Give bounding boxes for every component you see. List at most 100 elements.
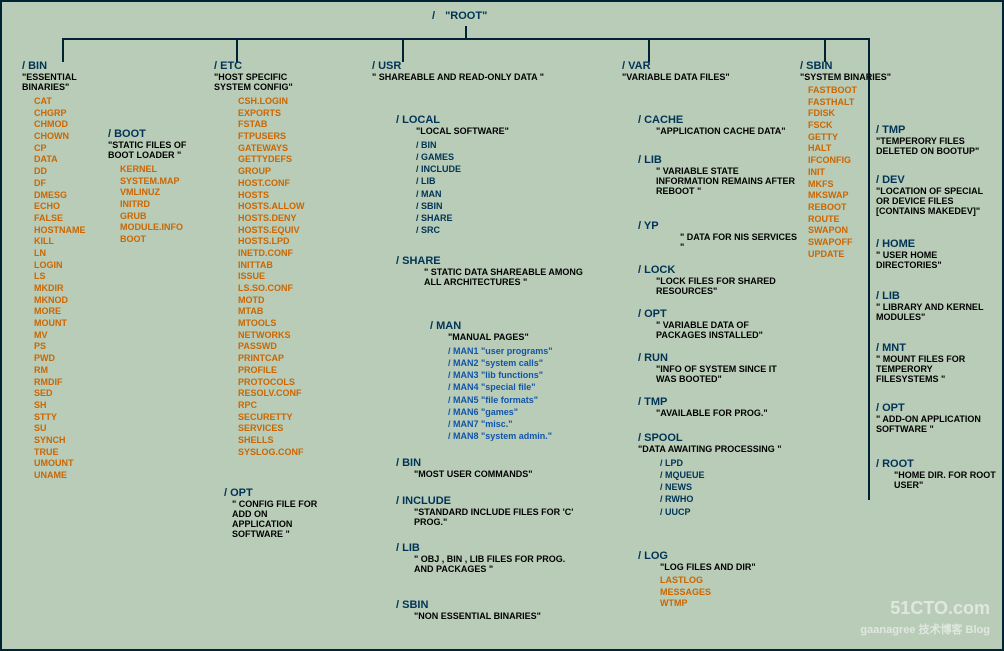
list-item: MODULE.INFO (120, 222, 198, 234)
var-spool-node: / SPOOL "DATA AWAITING PROCESSING " / LP… (638, 432, 798, 518)
list-item: / UUCP (660, 506, 798, 518)
sbin-title: / SBIN (800, 60, 900, 72)
right-home-desc: " USER HOME DIRECTORIES" (876, 250, 996, 270)
list-item: LS (34, 271, 102, 283)
var-lib-node: / LIB " VARIABLE STATE INFORMATION REMAI… (638, 154, 798, 196)
list-item: KERNEL (120, 164, 198, 176)
list-item: CAT (34, 96, 102, 108)
list-item: / GAMES (416, 151, 566, 163)
list-item: MKNOD (34, 295, 102, 307)
etc-desc: "HOST SPECIFIC SYSTEM CONFIG" (214, 72, 324, 92)
list-item: SWAPON (808, 225, 900, 237)
list-item: / MAN8 "system admin." (448, 430, 610, 442)
list-item: PRINTCAP (238, 353, 324, 365)
list-item: INETD.CONF (238, 248, 324, 260)
list-item: LN (34, 248, 102, 260)
list-item: / LIB (416, 175, 566, 187)
var-tmp-title: / TMP (638, 396, 798, 408)
list-item: CHGRP (34, 108, 102, 120)
list-item: FTPUSERS (238, 131, 324, 143)
list-item: DMESG (34, 190, 102, 202)
list-item: / LPD (660, 457, 798, 469)
var-lib-desc: " VARIABLE STATE INFORMATION REMAINS AFT… (656, 166, 798, 196)
sbin-desc: "SYSTEM BINARIES" (800, 72, 900, 82)
right-home-node: / HOME " USER HOME DIRECTORIES" (876, 238, 996, 270)
right-opt-desc: " ADD-ON APPLICATION SOFTWARE " (876, 414, 996, 434)
usr-sbin-title: / SBIN (396, 599, 576, 611)
list-item: RESOLV.CONF (238, 388, 324, 400)
list-item: LASTLOG (660, 575, 798, 587)
right-lib-title: / LIB (876, 290, 996, 302)
right-mnt-node: / MNT " MOUNT FILES FOR TEMPERORY FILESY… (876, 342, 996, 384)
list-item: SED (34, 388, 102, 400)
list-item: / MAN6 "games" (448, 406, 610, 418)
opt-top-node: / OPT " CONFIG FILE FOR ADD ON APPLICATI… (224, 487, 324, 539)
list-item: HOSTS.EQUIV (238, 225, 324, 237)
var-log-title: / LOG (638, 550, 798, 562)
var-run-desc: "INFO OF SYSTEM SINCE IT WAS BOOTED" (656, 364, 798, 384)
list-item: / SBIN (416, 200, 566, 212)
usr-local-desc: "LOCAL SOFTWARE" (416, 126, 566, 136)
list-item: MOTD (238, 295, 324, 307)
list-item: / MAN7 "misc." (448, 418, 610, 430)
right-root-desc: "HOME DIR. FOR ROOT USER" (894, 470, 996, 490)
list-item: CHOWN (34, 131, 102, 143)
list-item: MESSAGES (660, 587, 798, 599)
right-tmp-desc: "TEMPERORY FILES DELETED ON BOOTUP" (876, 136, 996, 156)
list-item: UMOUNT (34, 458, 102, 470)
list-item: MTAB (238, 306, 324, 318)
usr-include-desc: "STANDARD INCLUDE FILES FOR 'C' PROG." (414, 507, 576, 527)
list-item: DD (34, 166, 102, 178)
bin-desc: "ESSENTIAL BINARIES" (22, 72, 102, 92)
root-path: / (432, 10, 435, 22)
right-opt-node: / OPT " ADD-ON APPLICATION SOFTWARE " (876, 402, 996, 434)
list-item: MTOOLS (238, 318, 324, 330)
list-item: MOUNT (34, 318, 102, 330)
list-item: MKDIR (34, 283, 102, 295)
usr-local-title: / LOCAL (396, 114, 566, 126)
list-item: SECURETTY (238, 412, 324, 424)
usr-title: / USR (372, 60, 572, 72)
list-item: BOOT (120, 234, 198, 246)
right-home-title: / HOME (876, 238, 996, 250)
usr-include-title: / INCLUDE (396, 495, 576, 507)
list-item: INITTAB (238, 260, 324, 272)
list-item: WTMP (660, 598, 798, 610)
list-item: EXPORTS (238, 108, 324, 120)
usr-man-title: / MAN (430, 320, 610, 332)
list-item: CSH.LOGIN (238, 96, 324, 108)
usr-desc: " SHAREABLE AND READ-ONLY DATA " (372, 72, 572, 82)
list-item: HOSTS.DENY (238, 213, 324, 225)
list-item: HOST.CONF (238, 178, 324, 190)
list-item: INITRD (120, 199, 198, 211)
var-node: / VAR "VARIABLE DATA FILES" (622, 60, 792, 82)
right-root-node: / ROOT "HOME DIR. FOR ROOT USER" (876, 458, 996, 490)
right-lib-node: / LIB " LIBRARY AND KERNEL MODULES" (876, 290, 996, 322)
list-item: SU (34, 423, 102, 435)
usr-bin-node: / BIN "MOST USER COMMANDS" (396, 457, 576, 479)
list-item: RM (34, 365, 102, 377)
var-run-node: / RUN "INFO OF SYSTEM SINCE IT WAS BOOTE… (638, 352, 798, 384)
usr-include-node: / INCLUDE "STANDARD INCLUDE FILES FOR 'C… (396, 495, 576, 527)
usr-local-node: / LOCAL "LOCAL SOFTWARE" / BIN/ GAMES/ I… (396, 114, 566, 236)
list-item: / SRC (416, 224, 566, 236)
var-cache-node: / CACHE "APPLICATION CACHE DATA" (638, 114, 798, 136)
var-log-desc: "LOG FILES AND DIR" (660, 562, 798, 572)
usr-share-title: / SHARE (396, 255, 586, 267)
list-item: / MAN1 "user programs" (448, 345, 610, 357)
var-yp-title: / YP (638, 220, 798, 232)
list-item: CHMOD (34, 119, 102, 131)
list-item: / BIN (416, 139, 566, 151)
list-item: / MAN5 "file formats" (448, 394, 610, 406)
right-root-title: / ROOT (876, 458, 996, 470)
var-yp-node: / YP " DATA FOR NIS SERVICES " (638, 220, 798, 252)
list-item: FASTBOOT (808, 85, 900, 97)
right-tmp-title: / TMP (876, 124, 996, 136)
list-item: TRUE (34, 447, 102, 459)
list-item: HOSTNAME (34, 225, 102, 237)
opt-top-desc: " CONFIG FILE FOR ADD ON APPLICATION SOF… (232, 499, 324, 539)
list-item: SYSTEM.MAP (120, 176, 198, 188)
right-tmp-node: / TMP "TEMPERORY FILES DELETED ON BOOTUP… (876, 124, 996, 156)
list-item: HOSTS (238, 190, 324, 202)
list-item: PASSWD (238, 341, 324, 353)
